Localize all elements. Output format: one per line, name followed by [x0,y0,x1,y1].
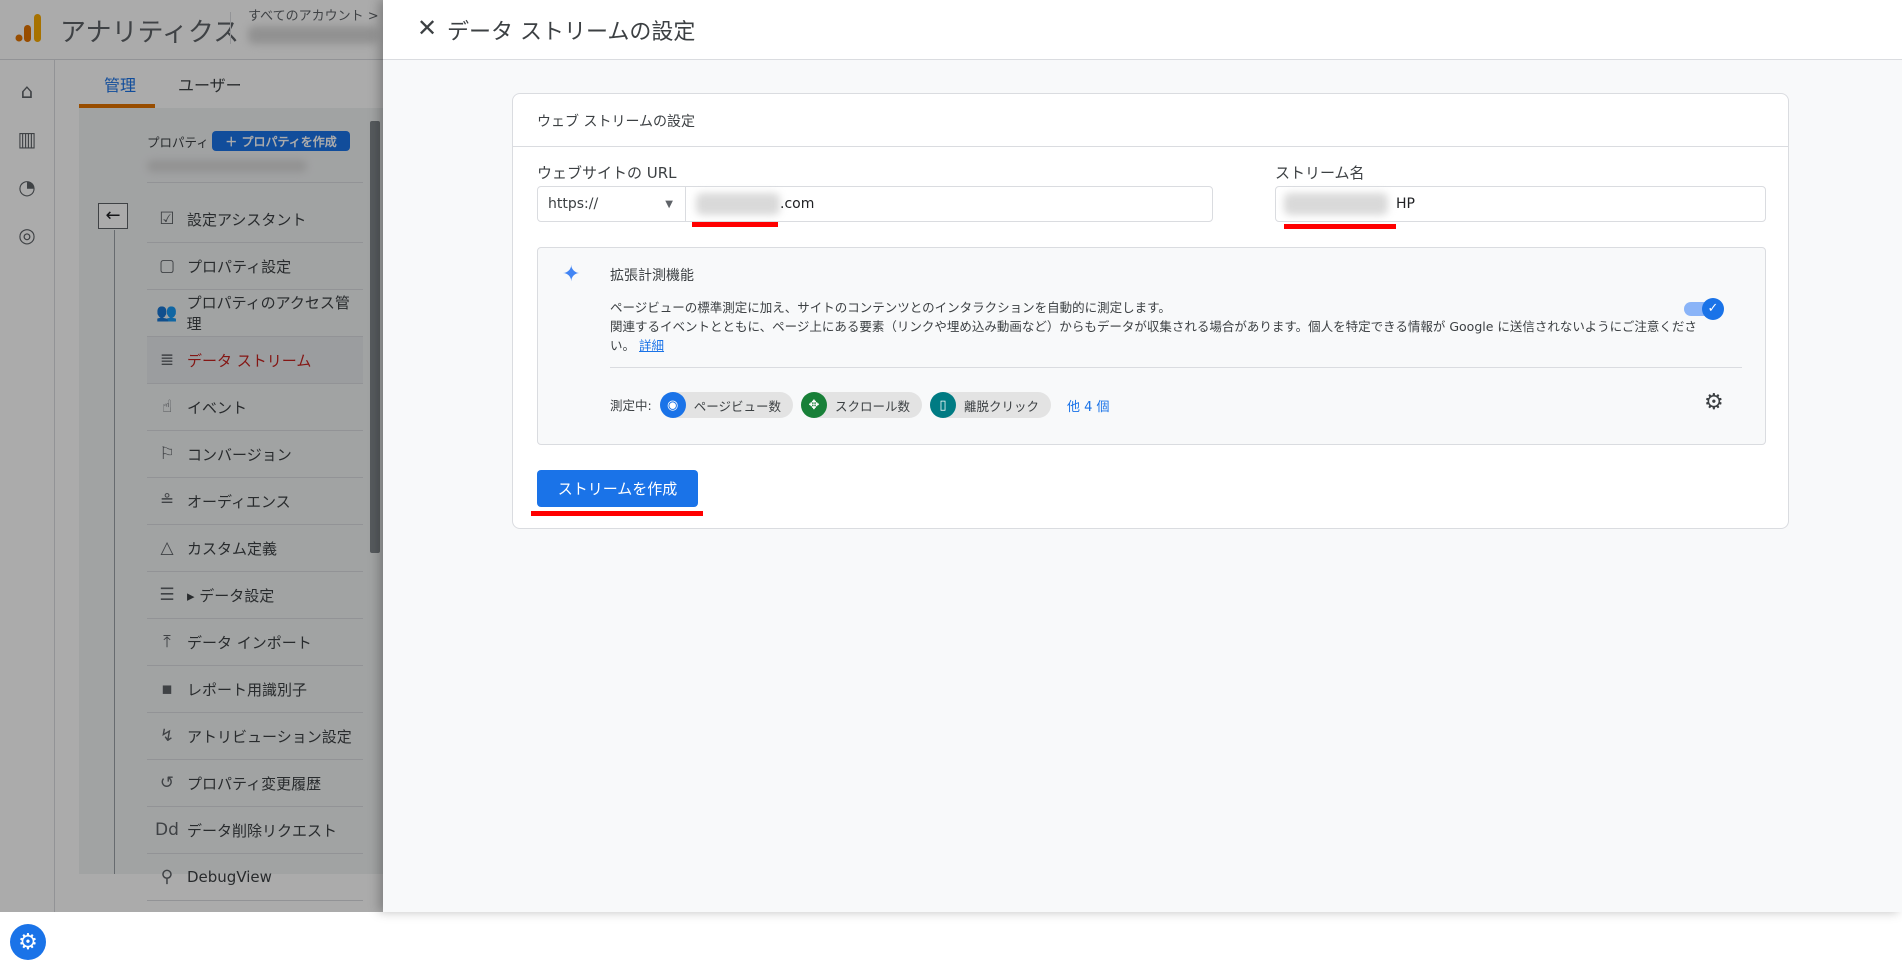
enhanced-desc-1: ページビューの標準測定に加え、サイトのコンテンツとのインタラクションを自動的に測… [610,300,1171,315]
scroll-icon: ✥ [800,392,827,418]
stream-name-value: HP [1396,196,1415,212]
enhanced-desc-3: い。 [610,338,636,353]
chip-label: スクロール数 [834,398,910,414]
chevron-down-icon: ▼ [665,198,673,210]
sparkle-icon: ✦ [562,262,581,287]
chip-label: 離脱クリック [964,398,1040,414]
protocol-value: https:// [548,196,599,212]
close-icon[interactable]: ✕ [417,14,437,42]
gear-icon[interactable]: ⚙ [1704,390,1724,415]
chip-outbound-clicks: ▯ 離脱クリック [930,392,1052,418]
domain-blurred [696,193,780,215]
red-underline [692,222,778,227]
divider [610,367,1742,368]
chip-label: ページビュー数 [693,398,781,414]
chip-page-views: ◉ ページビュー数 [659,392,793,418]
url-label: ウェブサイトの URL [537,164,677,182]
details-link[interactable]: 詳細 [639,338,664,353]
red-underline [531,511,703,516]
enhanced-measurement-box: ✦ 拡張計測機能 ページビューの標準測定に加え、サイトのコンテンツとのインタラク… [537,247,1766,445]
stream-name-input[interactable]: HP [1275,186,1766,222]
stream-name-label: ストリーム名 [1275,164,1365,182]
web-stream-card: ウェブ ストリームの設定 ウェブサイトの URL https://▼ .com … [512,93,1789,529]
card-title: ウェブ ストリームの設定 [537,114,696,130]
stream-name-blurred [1284,193,1388,215]
enhanced-title: 拡張計測機能 [610,268,694,284]
stream-settings-panel: ✕ データ ストリームの設定 ウェブ ストリームの設定 ウェブサイトの URL … [383,0,1902,912]
protocol-select[interactable]: https:// ▼ [538,187,686,221]
create-stream-button[interactable]: ストリームを作成 [537,470,698,507]
red-underline [1284,224,1396,229]
divider [513,146,1788,147]
url-input-group: https:// ▼ .com [537,186,1213,222]
panel-title: データ ストリームの設定 [447,20,696,45]
enhanced-toggle[interactable]: ✓ [1684,298,1724,320]
url-input[interactable]: .com [780,187,814,221]
eye-icon: ◉ [659,392,686,418]
measuring-label: 測定中: [610,397,652,413]
enhanced-desc-2: 関連するイベントとともに、ページ上にある要素（リンクや埋め込み動画など）からもデ… [610,319,1697,334]
more-link[interactable]: 他 4 個 [1067,396,1110,415]
panel-header: ✕ データ ストリームの設定 [383,0,1902,60]
admin-gear-icon[interactable]: ⚙ [10,924,46,960]
check-icon: ✓ [1702,298,1724,320]
mouse-icon: ▯ [930,392,956,418]
modal-backdrop[interactable] [0,0,383,912]
chip-scrolls: ✥ スクロール数 [800,392,922,418]
